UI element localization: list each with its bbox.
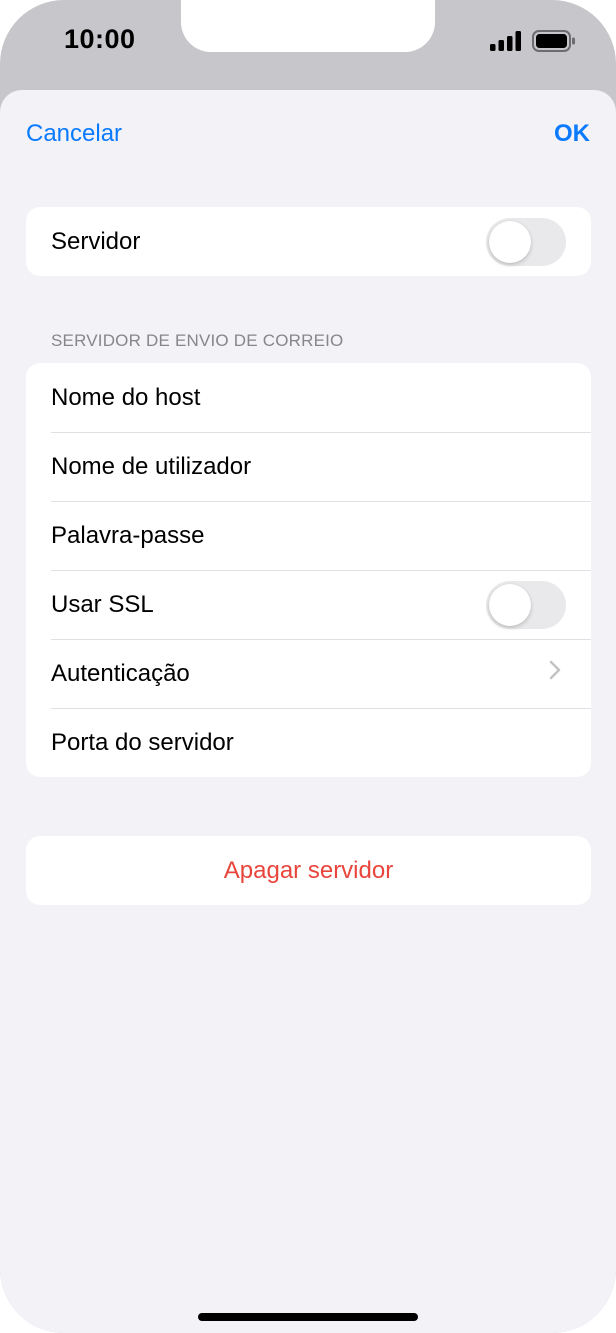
server-toggle-knob bbox=[489, 220, 531, 263]
use-ssl-label: Usar SSL bbox=[51, 590, 154, 618]
notch bbox=[181, 0, 435, 52]
outgoing-server-group: Nome do host Nome de utilizador Palavra-… bbox=[26, 363, 591, 777]
authentication-label: Autenticação bbox=[51, 659, 190, 687]
phone-frame: 10:00 Cancelar OK Servidor SERVIDOR DE E… bbox=[0, 0, 616, 1333]
hostname-label: Nome do host bbox=[51, 383, 201, 411]
server-toggle[interactable] bbox=[486, 217, 566, 266]
cancel-button[interactable]: Cancelar bbox=[26, 120, 122, 148]
home-indicator bbox=[198, 1313, 418, 1321]
server-port-label: Porta do servidor bbox=[51, 728, 234, 756]
delete-server-button[interactable]: Apagar servidor bbox=[26, 836, 591, 905]
chevron-right-icon bbox=[548, 659, 566, 688]
signal-icon bbox=[490, 31, 522, 56]
server-row: Servidor bbox=[26, 207, 591, 276]
username-row[interactable]: Nome de utilizador bbox=[26, 432, 591, 501]
password-label: Palavra-passe bbox=[51, 521, 205, 549]
settings-sheet: Cancelar OK Servidor SERVIDOR DE ENVIO D… bbox=[0, 90, 616, 1333]
use-ssl-toggle-knob bbox=[489, 583, 531, 626]
status-time: 10:00 bbox=[64, 24, 136, 54]
status-icons bbox=[490, 30, 576, 57]
hostname-row[interactable]: Nome do host bbox=[26, 363, 591, 432]
server-label: Servidor bbox=[51, 227, 141, 255]
username-label: Nome de utilizador bbox=[51, 452, 252, 480]
authentication-row[interactable]: Autenticação bbox=[26, 639, 591, 708]
use-ssl-row: Usar SSL bbox=[26, 570, 591, 639]
outgoing-section-header: SERVIDOR DE ENVIO DE CORREIO bbox=[51, 331, 344, 350]
delete-server-group: Apagar servidor bbox=[26, 836, 591, 905]
use-ssl-toggle[interactable] bbox=[486, 580, 566, 629]
server-group: Servidor bbox=[26, 207, 591, 276]
battery-icon bbox=[532, 30, 576, 57]
password-row[interactable]: Palavra-passe bbox=[26, 501, 591, 570]
server-port-row[interactable]: Porta do servidor bbox=[26, 708, 591, 777]
ok-button[interactable]: OK bbox=[554, 120, 590, 148]
